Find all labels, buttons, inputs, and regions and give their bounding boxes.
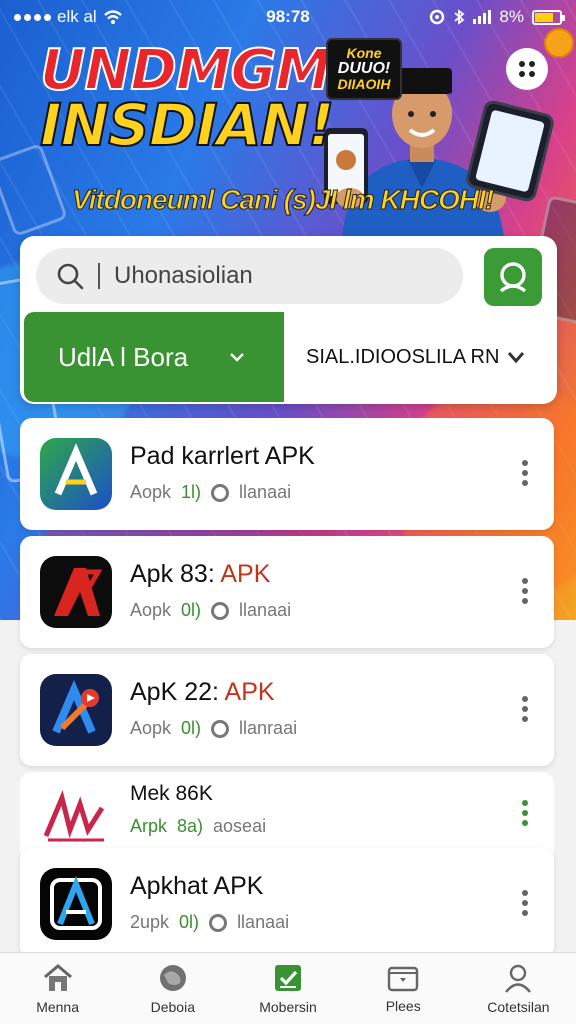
- badge-line2: DUUO!: [337, 59, 391, 77]
- nav-item-profile[interactable]: Cotetsilan: [461, 953, 576, 1024]
- chevron-down-icon: [508, 352, 525, 364]
- bluetooth-icon: [454, 9, 465, 25]
- gear-icon: [211, 601, 230, 620]
- user-icon: [499, 262, 527, 293]
- grid-dots-icon: [519, 61, 535, 77]
- search-icon: [57, 263, 84, 290]
- banner-title-line2: INSDIAN!: [39, 90, 335, 159]
- app-name: ApK 22: APK: [130, 678, 275, 706]
- gear-icon: [211, 483, 230, 502]
- more-options-icon[interactable]: [522, 578, 528, 604]
- app-meta: Aopk 0l) llanaai: [130, 600, 292, 620]
- app-meta: Aopk 0l) llanraai: [130, 718, 298, 738]
- app-logo-icon: [40, 784, 112, 848]
- more-options-icon[interactable]: [522, 696, 528, 722]
- list-item[interactable]: ApK 22: APK Aopk 0l) llanraai: [20, 654, 554, 766]
- nav-item-files[interactable]: Plees: [346, 953, 461, 1024]
- check-doc-icon: [275, 964, 301, 991]
- app-name: Apkhat APK: [130, 872, 264, 900]
- folder-icon: [388, 966, 419, 991]
- carrier-name: elk al: [57, 7, 97, 26]
- grid-menu-button[interactable]: [506, 48, 548, 90]
- app-name: Pad karrlert APK: [130, 442, 315, 470]
- tab-active-label: UdlA l Bora: [58, 341, 189, 372]
- app-name: Mek 86K: [130, 782, 213, 805]
- chevron-down-icon: [230, 353, 244, 362]
- more-options-icon[interactable]: [522, 890, 528, 916]
- promo-badge: Kone DUUO! DIIAOIH: [326, 38, 402, 100]
- app-meta: Aopk 1l) llanaai: [130, 482, 292, 502]
- clock: 98:78: [266, 7, 310, 26]
- list-item[interactable]: Pad karrlert APK Aopk 1l) llanaai: [20, 418, 554, 530]
- app-logo-icon: [40, 674, 112, 746]
- banner-title: UNDMGM INSDIAN!: [39, 38, 335, 159]
- list-item[interactable]: Apkhat APK 2upk 0l) llanaai: [20, 848, 554, 958]
- nav-item-explore[interactable]: Deboia: [115, 953, 230, 1024]
- nav-label: Menna: [36, 998, 79, 1015]
- more-options-icon[interactable]: [522, 800, 528, 826]
- badge-line1: Kone: [346, 44, 382, 61]
- profile-button[interactable]: [484, 248, 542, 306]
- sync-icon: [430, 9, 445, 25]
- app-meta: Arpk 8a) aoseai: [130, 816, 267, 836]
- app-logo-icon: [40, 438, 112, 510]
- banner-subtitle: Vitdoneuml Cani (s)JI lm KHCOHI!: [71, 184, 494, 216]
- banner-title-line1: UNDMGM: [39, 38, 332, 103]
- list-item[interactable]: Apk 83: APK Aopk 0l) llanaai: [20, 536, 554, 648]
- wifi-icon: [103, 10, 122, 24]
- cell-signal-icon: [473, 10, 492, 24]
- battery-percent: 8%: [499, 7, 524, 26]
- signal-dots-icon: [14, 13, 51, 21]
- filter-tabs: UdlA l Bora SIAL.IDIOOSLILA RN: [24, 312, 557, 404]
- app-name: Apk 83: APK: [130, 560, 271, 588]
- search-input[interactable]: Uhonasiolian: [36, 248, 463, 304]
- nav-label: Deboia: [150, 998, 195, 1015]
- search-card: Uhonasiolian UdlA l Bora SIAL.IDIOOSLILA…: [20, 236, 557, 404]
- more-options-icon[interactable]: [522, 460, 528, 486]
- nav-label: Cotetsilan: [487, 998, 550, 1015]
- app-logo-icon: [40, 868, 112, 940]
- app-meta: 2upk 0l) llanaai: [130, 912, 290, 932]
- app-logo-icon: [40, 556, 112, 628]
- home-icon: [43, 963, 72, 991]
- badge-line3: DIIAOIH: [337, 76, 391, 93]
- tab-secondary[interactable]: SIAL.IDIOOSLILA RN: [284, 312, 557, 402]
- search-placeholder: Uhonasiolian: [114, 262, 253, 289]
- nav-item-updates[interactable]: Mobersin: [230, 953, 345, 1024]
- person-icon: [505, 964, 532, 993]
- tab-active[interactable]: UdlA l Bora: [24, 312, 284, 402]
- gear-icon: [211, 719, 230, 738]
- tab-secondary-label: SIAL.IDIOOSLILA RN: [306, 345, 500, 368]
- text-caret: [98, 263, 100, 289]
- globe-icon: [159, 964, 186, 991]
- gear-icon: [209, 913, 228, 932]
- battery-icon: [532, 9, 565, 25]
- status-bar: elk al 98:78 8%: [0, 0, 576, 34]
- nav-label: Mobersin: [259, 998, 317, 1015]
- bottom-navigation: Menna Deboia Mobersin Plees Cotetsilan: [0, 952, 576, 1024]
- nav-item-home[interactable]: Menna: [0, 953, 115, 1024]
- nav-label: Plees: [385, 997, 421, 1014]
